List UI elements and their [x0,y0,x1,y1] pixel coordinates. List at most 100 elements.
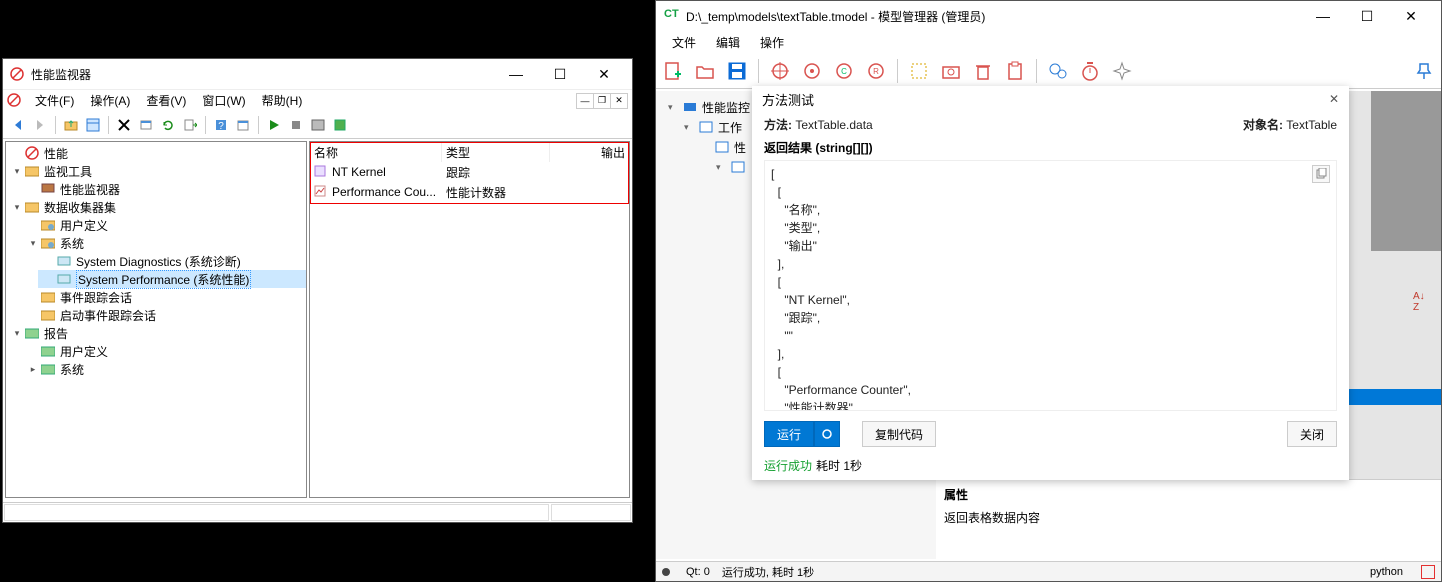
timer-icon[interactable] [1077,58,1103,84]
save-icon[interactable] [724,58,750,84]
dialog-footer: 运行成功耗时 1秒 [752,455,1349,480]
col-output[interactable]: 输出 [550,142,629,162]
sort-icon[interactable]: A↓Z [1413,291,1433,307]
minimize-button[interactable]: — [1301,1,1345,31]
trace-item-icon [314,165,328,179]
stop-icon[interactable] [287,116,305,134]
result-label: 返回结果 (string[][]) [752,137,1349,156]
pin-icon[interactable] [1411,58,1437,84]
mm-menubar: 文件 编辑 操作 [656,31,1441,53]
col-name[interactable]: 名称 [310,142,442,162]
new-window-icon[interactable] [137,116,155,134]
dialog-titlebar[interactable]: 方法测试 ✕ [752,86,1349,112]
folder-up-icon[interactable] [62,116,80,134]
perfmon-list[interactable]: 名称 类型 输出 NT Kernel 跟踪 Performance Cou...… [309,141,630,498]
target1-icon[interactable] [767,58,793,84]
folder-icon [24,163,40,179]
play-icon[interactable] [265,116,283,134]
method-test-dialog: 方法测试 ✕ 方法: TextTable.data 对象名: TextTable… [752,86,1349,480]
close-button[interactable]: ✕ [582,59,626,89]
copy-result-icon[interactable] [1312,165,1330,183]
bubbles-icon[interactable] [1045,58,1071,84]
collector-icon [56,271,72,287]
menu-view[interactable]: 查看(V) [138,90,194,111]
perfmon-title: 性能监视器 [31,66,494,83]
run-duration: 耗时 1秒 [816,459,862,473]
menu-op[interactable]: 操作 [752,32,792,53]
tree-reports-user[interactable]: 用户定义 [22,342,306,360]
status-run: 运行成功, 耗时 1秒 [722,564,814,580]
mdi-close-icon[interactable]: ✕ [610,93,628,109]
mm-toolbar: C R [656,53,1441,89]
property-panel: 属性 返回表格数据内容 [936,479,1441,559]
target2-icon[interactable] [799,58,825,84]
target4-icon[interactable]: R [863,58,889,84]
tree-collector-sets[interactable]: ▾数据收集器集 [6,198,306,216]
menu-edit[interactable]: 编辑 [708,32,748,53]
svg-text:?: ? [218,121,224,132]
menu-action[interactable]: 操作(A) [82,90,138,111]
result-code-box[interactable]: [ [ "名称", "类型", "输出" ], [ "NT Kernel", "… [764,160,1337,411]
perfmon-titlebar[interactable]: 性能监视器 — ☐ ✕ [3,59,632,89]
property-desc: 返回表格数据内容 [944,509,1433,526]
maximize-button[interactable]: ☐ [538,59,582,89]
help-icon[interactable]: ? [212,116,230,134]
mm-titlebar[interactable]: CT D:\_temp\models\textTable.tmodel - 模型… [656,1,1441,31]
back-icon[interactable] [9,116,27,134]
maximize-button[interactable]: ☐ [1345,1,1389,31]
open-icon[interactable] [692,58,718,84]
minimize-button[interactable]: — [494,59,538,89]
select-icon[interactable] [906,58,932,84]
close-button[interactable]: 关闭 [1287,421,1337,447]
clipboard-icon[interactable] [1002,58,1028,84]
tree-sys-perf[interactable]: System Performance (系统性能) [38,270,306,288]
tree-sys-diag[interactable]: System Diagnostics (系统诊断) [38,252,306,270]
calendar-icon[interactable] [234,116,252,134]
monitor-icon [40,181,56,197]
object-value: TextTable [1286,118,1337,132]
tree-event-trace[interactable]: 事件跟踪会话 [22,288,306,306]
refresh-icon[interactable] [159,116,177,134]
properties-icon[interactable] [84,116,102,134]
target3-icon[interactable]: C [831,58,857,84]
tree-reports[interactable]: ▾报告 [6,324,306,342]
tree-system[interactable]: ▾系统 [22,234,306,252]
tree-perf-monitor[interactable]: 性能监视器 [22,180,306,198]
trash-icon[interactable] [970,58,996,84]
run-status: 运行成功 [764,459,812,473]
tree-startup-trace[interactable]: 启动事件跟踪会话 [22,306,306,324]
tree-root[interactable]: 性能 [6,144,306,162]
property-label: 属性 [944,486,1433,503]
report-folder-icon [40,343,56,359]
menu-window[interactable]: 窗口(W) [194,90,253,111]
spark-icon[interactable] [1109,58,1135,84]
mdi-minimize-icon[interactable]: — [576,93,594,109]
status-python: python [1370,566,1403,578]
save-icon[interactable] [331,116,349,134]
details-icon[interactable] [309,116,327,134]
dialog-buttons: 运行 复制代码 关闭 [752,417,1349,455]
copy-code-button[interactable]: 复制代码 [862,421,936,447]
run-options-icon[interactable] [814,421,840,447]
tree-user-defined[interactable]: 用户定义 [22,216,306,234]
menu-file[interactable]: 文件(F) [27,90,82,111]
list-row[interactable]: Performance Cou... 性能计数器 [310,182,629,202]
menu-file[interactable]: 文件 [664,32,704,53]
tree-reports-sys[interactable]: ▸系统 [22,360,306,378]
mdi-restore-icon[interactable]: ❐ [593,93,611,109]
perfmon-app-icon [9,66,25,82]
run-button[interactable]: 运行 [764,421,814,447]
camera-icon[interactable] [938,58,964,84]
export-icon[interactable] [181,116,199,134]
menu-help[interactable]: 帮助(H) [254,90,311,111]
forward-icon[interactable] [31,116,49,134]
perfmon-tree[interactable]: 性能 ▾监视工具 性能监视器 ▾数据收集器集 用户定义 ▾系统 System D… [5,141,307,498]
list-row[interactable]: NT Kernel 跟踪 [310,162,629,182]
tree-monitor-tools[interactable]: ▾监视工具 [6,162,306,180]
delete-icon[interactable] [115,116,133,134]
close-button[interactable]: ✕ [1389,1,1433,31]
col-type[interactable]: 类型 [442,142,550,162]
method-label: 方法: [764,118,792,132]
dialog-close-icon[interactable]: ✕ [1329,92,1339,106]
new-icon[interactable] [660,58,686,84]
